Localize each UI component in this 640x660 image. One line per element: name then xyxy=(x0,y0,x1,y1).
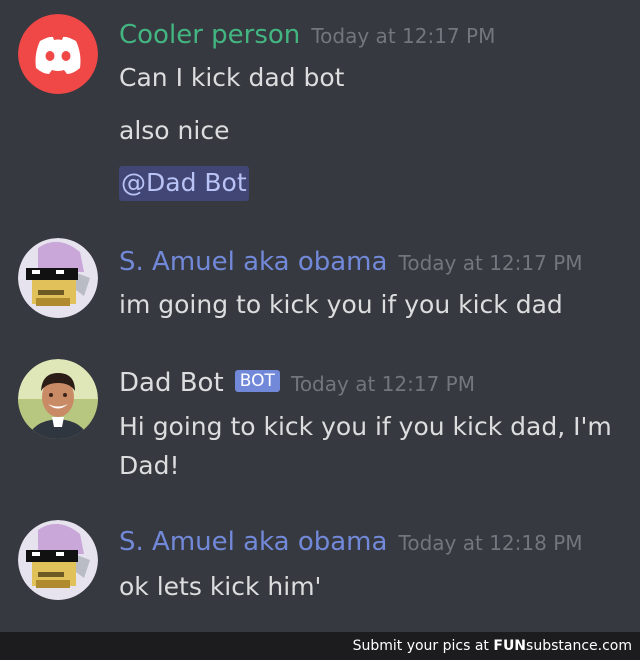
message-text: Hi going to kick you if you kick dad, I'… xyxy=(119,412,612,441)
smiling-man-photo-icon[interactable] xyxy=(18,359,98,439)
message-timestamp: Today at 12:17 PM xyxy=(291,372,475,396)
message-timestamp: Today at 12:18 PM xyxy=(398,531,583,555)
message-text: ok lets kick him' xyxy=(119,572,322,601)
watermark-brand-suffix: .com xyxy=(597,638,632,654)
bot-badge: BOT xyxy=(234,370,280,392)
mention-line: @Dad Bot xyxy=(119,166,249,201)
message-timestamp: Today at 12:17 PM xyxy=(311,24,496,48)
watermark-footer: Submit your pics at FUNsubstance.com xyxy=(0,632,640,660)
author-name[interactable]: S. Amuel aka obama xyxy=(119,247,387,277)
watermark-brand-sub: substance xyxy=(526,638,598,654)
watermark-prefix: Submit your pics at xyxy=(352,638,489,654)
message-text: also nice xyxy=(119,116,230,145)
message-text: Can I kick dad bot xyxy=(119,63,345,92)
chat-log: Cooler person Today at 12:17 PM Can I ki… xyxy=(0,0,640,632)
author-name[interactable]: Cooler person xyxy=(119,20,300,50)
pixel-sunglasses-face-icon[interactable] xyxy=(18,520,98,600)
author-name[interactable]: Dad Bot xyxy=(119,368,224,398)
message-text: Dad! xyxy=(119,451,180,480)
discord-logo-icon[interactable] xyxy=(18,14,98,94)
message-text: im going to kick you if you kick dad xyxy=(119,290,563,319)
watermark-text: Submit your pics at FUNsubstance.com xyxy=(353,638,632,654)
user-mention[interactable]: @Dad Bot xyxy=(119,166,249,201)
pixel-sunglasses-face-icon[interactable] xyxy=(18,238,98,318)
author-name[interactable]: S. Amuel aka obama xyxy=(119,527,387,557)
watermark-brand-fun: FUN xyxy=(493,638,527,654)
message-timestamp: Today at 12:17 PM xyxy=(398,251,583,275)
